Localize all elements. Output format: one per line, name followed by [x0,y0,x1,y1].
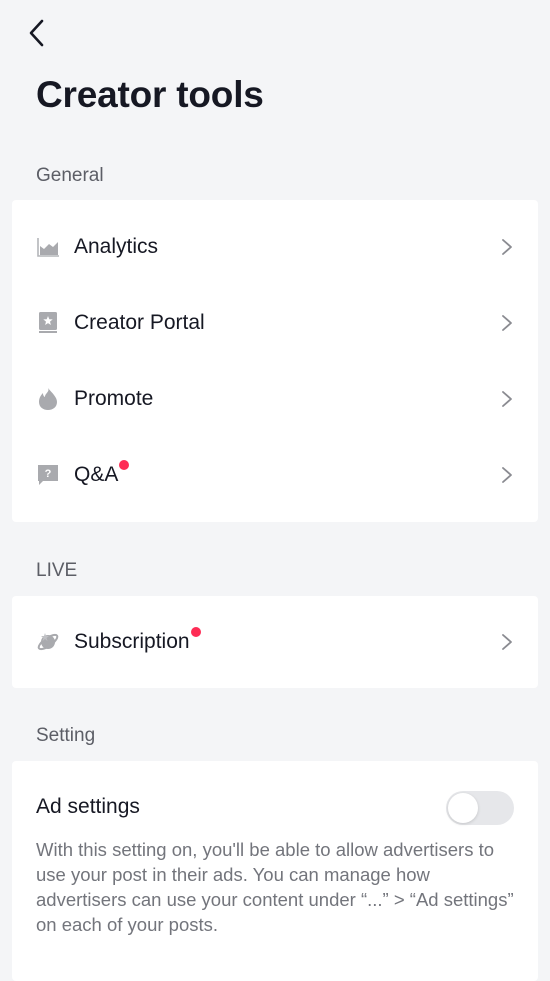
page-title: Creator tools [36,74,264,115]
chevron-right-icon [502,634,512,650]
section-label-live: LIVE [36,560,78,581]
ad-settings-row: Ad settings With this setting on, you'll… [12,761,538,935]
back-button[interactable] [22,16,50,50]
ad-settings-title: Ad settings [36,795,140,818]
menu-item-label: Promote [74,387,154,410]
menu-item-label: Analytics [74,235,159,258]
toggle-knob [448,793,478,823]
chevron-right-icon [502,239,512,255]
flame-icon [36,387,60,411]
chevron-right-icon [502,315,512,331]
subscription-planet-icon [36,630,60,654]
notification-dot [119,460,130,470]
live-card: Subscription [12,596,538,688]
subscription-label-text: Subscription [74,630,190,653]
section-label-general: General [36,165,104,186]
chevron-left-icon [29,19,44,47]
setting-card: Ad settings With this setting on, you'll… [12,761,538,981]
analytics-chart-icon [36,235,60,259]
menu-item-analytics[interactable]: Analytics [12,209,538,285]
menu-item-promote[interactable]: Promote [12,361,538,437]
menu-item-label: Subscription [74,627,201,654]
menu-item-label: Creator Portal [74,311,205,334]
chevron-right-icon [502,467,512,483]
creator-portal-book-icon [36,311,60,335]
menu-item-qa[interactable]: ? Q&A [12,437,538,513]
menu-item-subscription[interactable]: Subscription [12,604,538,680]
menu-item-creator-portal[interactable]: Creator Portal [12,285,538,361]
qa-label-text: Q&A [74,463,119,486]
svg-text:?: ? [45,468,52,480]
ad-settings-toggle[interactable] [446,791,514,825]
section-label-setting: Setting [36,725,96,746]
notification-dot [190,627,201,637]
general-card: Analytics Creator Portal Promote ? Q&A [12,200,538,522]
ad-settings-description: With this setting on, you'll be able to … [36,839,514,935]
question-bubble-icon: ? [36,463,60,487]
chevron-right-icon [502,391,512,407]
menu-item-label: Q&A [74,460,130,487]
